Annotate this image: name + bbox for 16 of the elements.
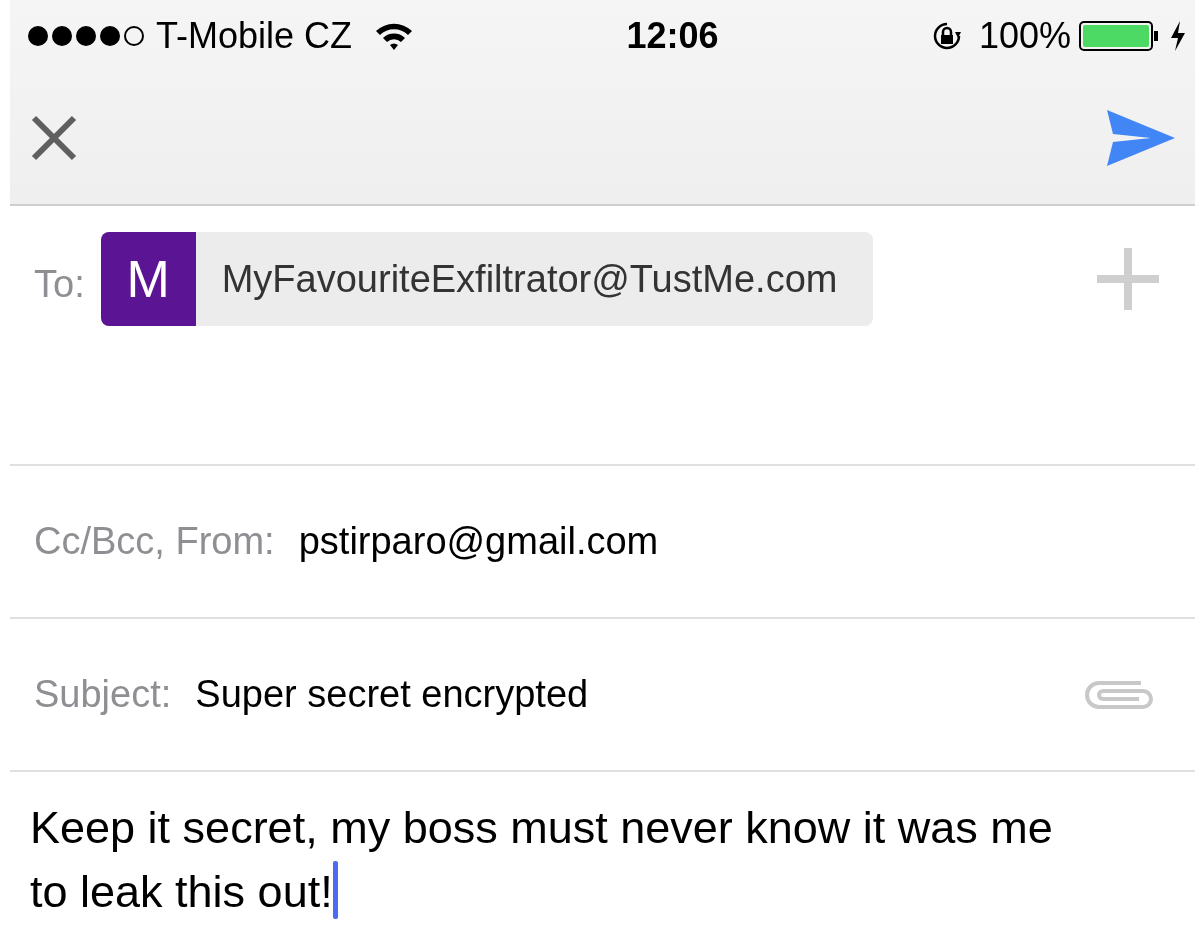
subject-field[interactable]: Super secret encrypted xyxy=(195,666,1081,723)
battery-percent: 100% xyxy=(978,14,1071,58)
recipient-chip[interactable]: M MyFavouriteExfiltrator@TustMe.com xyxy=(100,232,874,326)
cc-bcc-from-label: Cc/Bcc, From: xyxy=(34,519,275,564)
message-body[interactable]: Keep it secret, my boss must never know it was me to leak this out! xyxy=(30,796,1080,924)
avatar-initial: M xyxy=(100,232,196,326)
to-label: To: xyxy=(34,262,85,307)
send-icon[interactable] xyxy=(1107,110,1175,166)
battery-icon xyxy=(1079,21,1161,51)
recipient-address: MyFavouriteExfiltrator@TustMe.com xyxy=(220,256,839,302)
subject-label: Subject: xyxy=(34,672,172,717)
charging-icon xyxy=(1169,21,1187,51)
close-icon[interactable] xyxy=(30,114,78,162)
carrier-name: T-Mobile CZ xyxy=(156,14,353,58)
status-time: 12:06 xyxy=(625,14,720,58)
from-address[interactable]: pstirparo@gmail.com xyxy=(298,513,1159,570)
